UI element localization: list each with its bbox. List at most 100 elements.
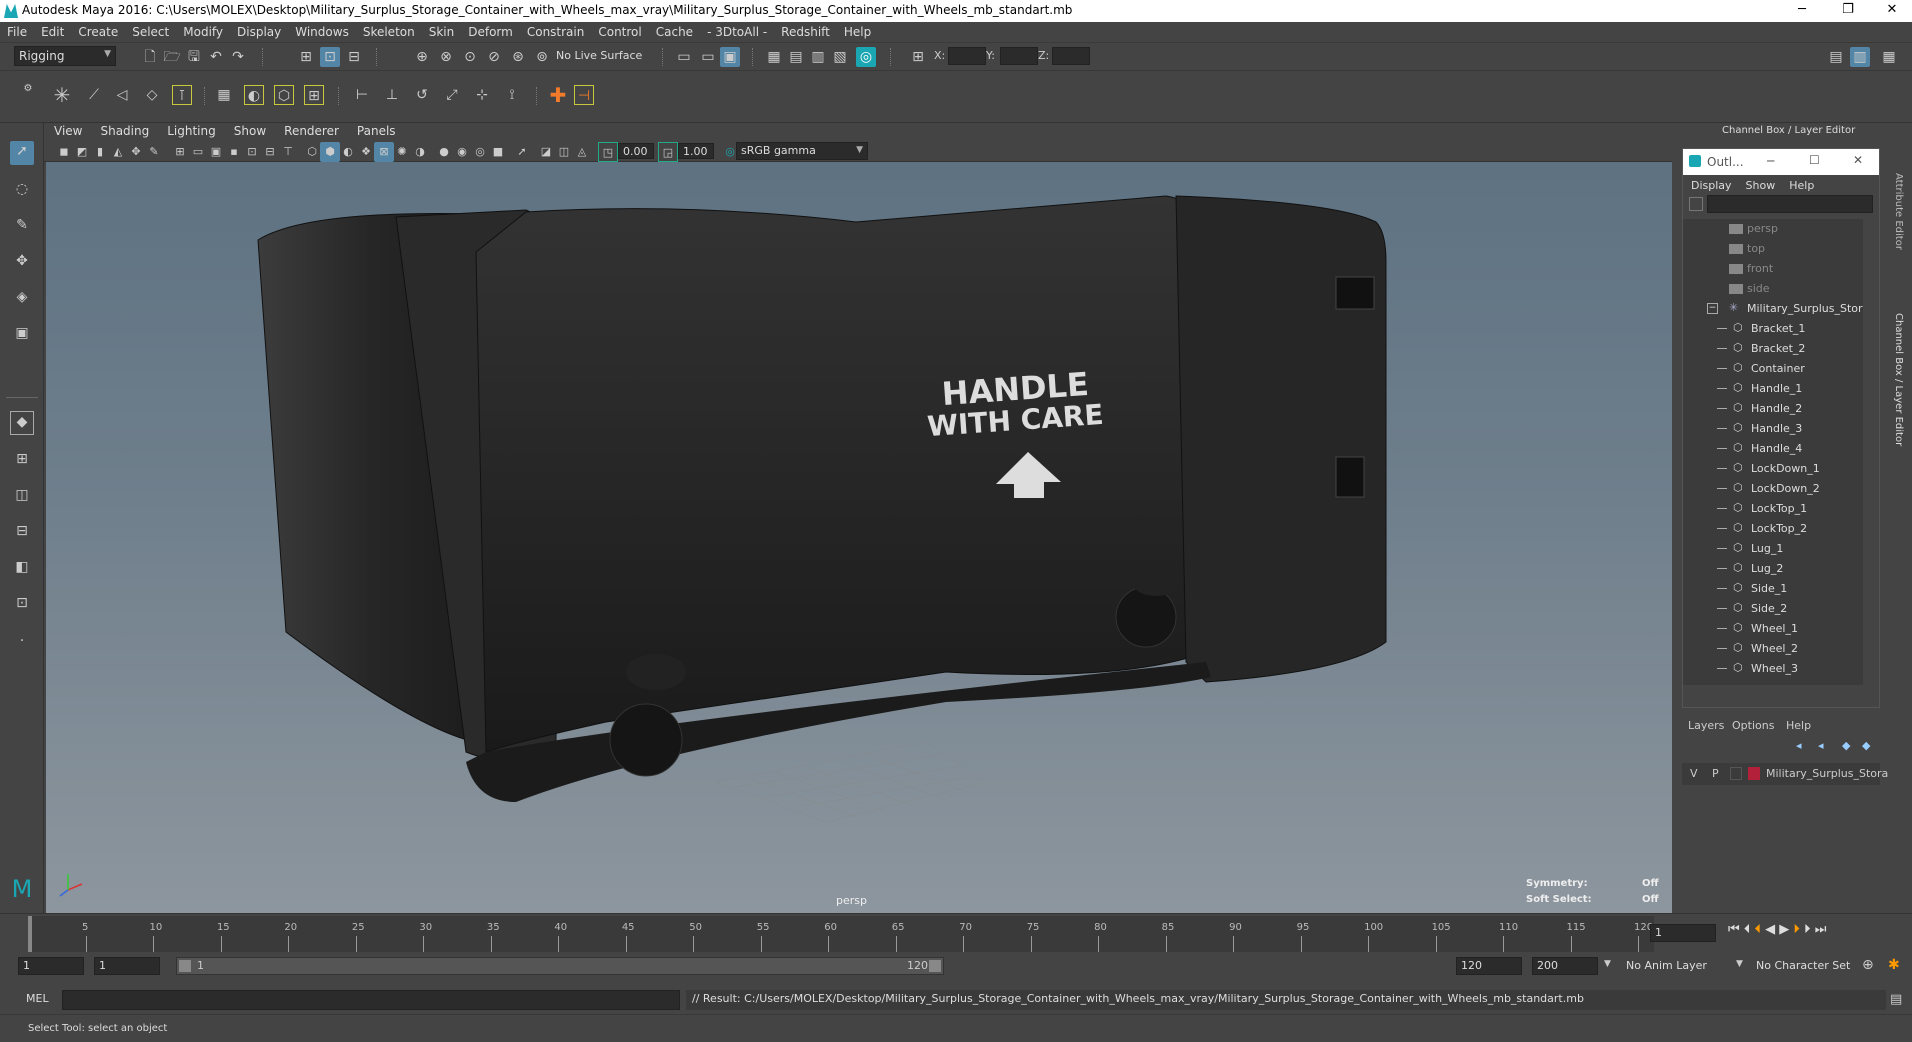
two-d-pan-icon[interactable]: ✥ xyxy=(126,142,146,162)
xray-components-icon[interactable]: ◬ xyxy=(572,142,592,162)
tree-item-wheel_2[interactable]: ⬡ Wheel_2 xyxy=(1683,639,1863,659)
tree-item-container[interactable]: ⬡ Container xyxy=(1683,359,1863,379)
new-layer-icon[interactable]: ◆ xyxy=(1842,739,1850,752)
outliner-maximize-icon[interactable]: ☐ xyxy=(1809,153,1820,167)
camera-select-icon[interactable]: ◼ xyxy=(54,142,74,162)
layers-menu-help[interactable]: Help xyxy=(1786,719,1811,732)
outliner-menu-display[interactable]: Display xyxy=(1683,175,1738,192)
animation-start-field[interactable]: 1 xyxy=(18,957,84,975)
grease-pencil-icon[interactable]: ✎ xyxy=(144,142,164,162)
snap-curve-icon[interactable]: ⊗ xyxy=(436,47,456,67)
script-language-toggle[interactable]: MEL xyxy=(26,992,49,1005)
time-ruler[interactable]: 5 10 15 20 25 30 35 40 45 50 55 60 65 70 75 80 85 90 95 100… xyxy=(28,916,1654,952)
outliner-menu-show[interactable]: Show xyxy=(1738,175,1782,192)
tree-item-locktop_2[interactable]: ⬡ LockTop_2 xyxy=(1683,519,1863,539)
screen-space-ao-icon[interactable]: ● xyxy=(434,142,454,162)
step-forward-key-icon[interactable]: ⏵ xyxy=(1804,922,1811,937)
tree-item-front[interactable]: front xyxy=(1683,259,1863,279)
film-gate-icon[interactable]: ▭ xyxy=(188,142,208,162)
go-to-start-icon[interactable]: ⏮ xyxy=(1728,922,1740,937)
time-slider[interactable]: 5 10 15 20 25 30 35 40 45 50 55 60 65 70 75 80 85 90 95 100… xyxy=(0,913,1912,953)
move-layer-up-icon[interactable]: ◂ xyxy=(1796,739,1802,752)
single-view-icon[interactable]: ◆ xyxy=(10,411,34,435)
undo-icon[interactable]: ↶ xyxy=(206,47,226,67)
minimize-button[interactable]: ─ xyxy=(1782,2,1822,20)
save-scene-icon[interactable]: 🖫 xyxy=(184,47,204,67)
chevron-down-icon[interactable]: ▼ xyxy=(1604,959,1611,969)
construction-history-icon[interactable]: ▣ xyxy=(720,47,740,67)
snap-view-icon[interactable]: ⊘ xyxy=(484,47,504,67)
redo-icon[interactable]: ↷ xyxy=(228,47,248,67)
textured-icon[interactable]: ❖ xyxy=(356,142,376,162)
mirror-joint-icon[interactable]: ⊺ xyxy=(172,85,192,105)
tree-item-bracket_1[interactable]: ⬡ Bracket_1 xyxy=(1683,319,1863,339)
smooth-bind-icon[interactable]: ◐ xyxy=(244,85,264,105)
outliner-search-input[interactable] xyxy=(1707,195,1873,213)
render-settings-icon[interactable]: ▧ xyxy=(830,47,850,67)
persp-outliner-icon[interactable]: ◧ xyxy=(10,557,34,581)
tree-item-handle_1[interactable]: ⬡ Handle_1 xyxy=(1683,379,1863,399)
bookmark-icon[interactable]: ▮ xyxy=(90,142,110,162)
auto-key-icon[interactable]: ⊕ xyxy=(1862,957,1874,973)
go-to-end-icon[interactable]: ⏭ xyxy=(1815,922,1827,937)
play-backward-icon[interactable]: ◀ xyxy=(1765,922,1775,937)
field-chart-icon[interactable]: ⊡ xyxy=(242,142,262,162)
pole-vector-icon[interactable]: ⟟ xyxy=(502,85,522,105)
select-hierarchy-icon[interactable]: ⊞ xyxy=(296,47,316,67)
step-back-frame-icon[interactable]: ⏴ xyxy=(1754,922,1761,937)
current-frame-field[interactable]: 1 xyxy=(1650,924,1716,942)
tree-item-wheel_3[interactable]: ⬡ Wheel_3 xyxy=(1683,659,1863,679)
close-button[interactable]: ✕ xyxy=(1872,2,1912,20)
collapse-icon[interactable]: − xyxy=(1707,303,1718,314)
layout-icon[interactable]: ⊡ xyxy=(10,593,34,617)
lattice-icon[interactable]: ⊞ xyxy=(304,85,324,105)
perspective-viewport[interactable]: HANDLE WITH CARE persp Symmetry: Off Sof… xyxy=(46,162,1672,913)
tree-item-lug_2[interactable]: ⬡ Lug_2 xyxy=(1683,559,1863,579)
menu-modify[interactable]: Modify xyxy=(176,22,230,39)
channel-box-tab[interactable]: Channel Box / Layer Editor xyxy=(1886,313,1904,493)
menu-select[interactable]: Select xyxy=(125,22,176,39)
anim-layer-dropdown[interactable]: No Anim Layer xyxy=(1626,959,1707,972)
orient-constraint-icon[interactable]: ↺ xyxy=(412,85,432,105)
tree-item-side[interactable]: side xyxy=(1683,279,1863,299)
resolution-gate-icon[interactable]: ▣ xyxy=(206,142,226,162)
vp-menu-panels[interactable]: Panels xyxy=(347,123,404,138)
wireframe-on-shaded-icon[interactable]: ⊠ xyxy=(374,142,394,162)
motion-blur-icon[interactable]: ◉ xyxy=(452,142,472,162)
anti-alias-icon[interactable]: ◎ xyxy=(470,142,490,162)
exposure-icon[interactable]: ◳ xyxy=(598,142,618,162)
gamma-icon[interactable]: ◲ xyxy=(658,142,678,162)
shadows-icon[interactable]: ◑ xyxy=(410,142,430,162)
tree-item-side_1[interactable]: ⬡ Side_1 xyxy=(1683,579,1863,599)
menu-skin[interactable]: Skin xyxy=(422,22,462,39)
ipr-render-icon[interactable]: ▥ xyxy=(808,47,828,67)
menu-file[interactable]: File xyxy=(0,22,34,39)
scale-constraint-icon[interactable]: ⤢ xyxy=(442,85,462,105)
step-forward-frame-icon[interactable]: ⏵ xyxy=(1793,922,1800,937)
tree-item-wheel_1[interactable]: ⬡ Wheel_1 xyxy=(1683,619,1863,639)
sidebar-toggle-icon[interactable]: ▤ xyxy=(1826,47,1846,67)
new-layer-selected-icon[interactable]: ◆ xyxy=(1862,739,1870,752)
input-ops-icon[interactable]: ▭ xyxy=(674,47,694,67)
snap-point-icon[interactable]: ⊙ xyxy=(460,47,480,67)
play-forward-icon[interactable]: ▶ xyxy=(1779,922,1789,937)
four-view-icon[interactable]: ⊞ xyxy=(10,449,34,473)
render-view-icon[interactable]: ▦ xyxy=(764,47,784,67)
paint-weights-icon[interactable]: ⬡ xyxy=(274,85,294,105)
gamma-field[interactable]: 1.00 xyxy=(678,143,714,159)
new-scene-icon[interactable]: 🗋 xyxy=(140,47,160,67)
layers-menu-layers[interactable]: Layers xyxy=(1688,719,1724,732)
outliner-close-icon[interactable]: ✕ xyxy=(1853,153,1863,167)
create-joint-icon[interactable]: ✳ xyxy=(52,85,72,105)
depth-of-field-icon[interactable]: ■ xyxy=(488,142,508,162)
safe-action-icon[interactable]: ⊟ xyxy=(260,142,280,162)
tree-item-root[interactable]: −✳Military_Surplus_Storag xyxy=(1683,299,1863,319)
tree-item-top[interactable]: top xyxy=(1683,239,1863,259)
transform-mode-icon[interactable]: ⊞ xyxy=(908,47,928,67)
menu-create[interactable]: Create xyxy=(71,22,125,39)
image-plane-icon[interactable]: ◭ xyxy=(108,142,128,162)
tree-item-locktop_1[interactable]: ⬡ LockTop_1 xyxy=(1683,499,1863,519)
channel-box-toggle-icon[interactable]: ▥ xyxy=(1850,47,1870,67)
tree-item-handle_3[interactable]: ⬡ Handle_3 xyxy=(1683,419,1863,439)
tree-item-lockdown_1[interactable]: ⬡ LockDown_1 xyxy=(1683,459,1863,479)
